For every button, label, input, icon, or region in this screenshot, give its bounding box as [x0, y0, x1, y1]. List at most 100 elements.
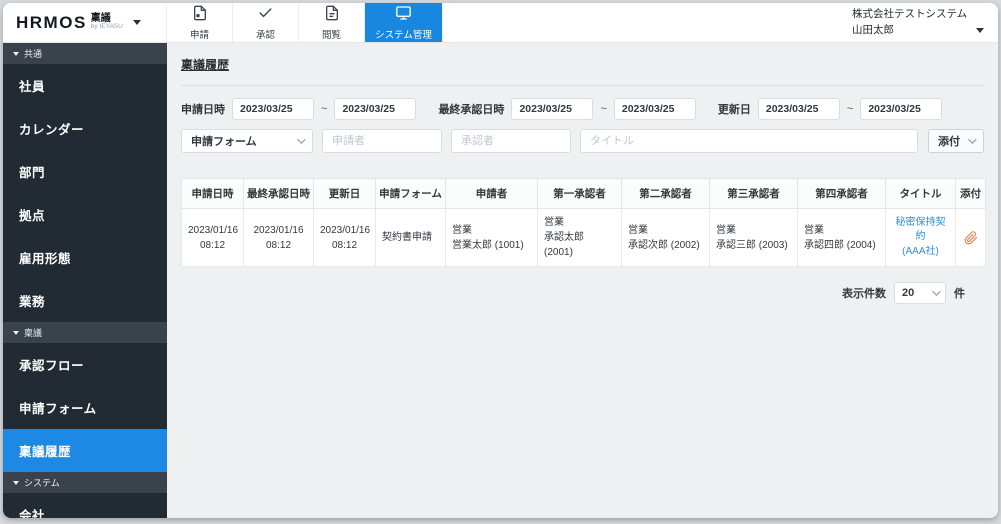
filter-row-text: 申請フォーム 添付	[181, 129, 984, 153]
filter-label: 申請日時	[181, 104, 225, 116]
sidebar-section-system[interactable]: システム	[3, 472, 167, 493]
filter-row-dates: 申請日時 ~ 最終承認日時 ~ 更新日 ~	[181, 98, 984, 120]
cell-form: 契約書申請	[375, 208, 446, 267]
approved-from-input[interactable]	[511, 98, 594, 120]
filter-panel: 申請日時 ~ 最終承認日時 ~ 更新日 ~	[181, 85, 984, 153]
applicant-search-input[interactable]	[322, 129, 442, 153]
section-collapse-icon	[13, 330, 19, 335]
user-name: 山田太郎	[852, 23, 894, 36]
brand-name: HRMOS	[16, 12, 87, 32]
person-dept: 営業	[716, 224, 736, 236]
applied-to-input[interactable]	[334, 98, 417, 120]
nav-item-view[interactable]: 閲覧	[299, 3, 365, 42]
table-header-row: 申請日時 最終承認日時 更新日 申請フォーム 申請者 第一承認者 第二承認者 第…	[181, 178, 986, 209]
attachment-filter-button[interactable]: 添付	[928, 129, 984, 153]
sidebar-item-departments[interactable]: 部門	[3, 150, 167, 193]
filter-applied-date: 申請日時 ~	[181, 98, 417, 120]
pagination: 表示件数 20 件	[181, 282, 965, 304]
range-separator: ~	[600, 103, 607, 115]
ringi-history-table: 申請日時 最終承認日時 更新日 申請フォーム 申請者 第一承認者 第二承認者 第…	[181, 178, 986, 267]
sidebar-item-ringi-history[interactable]: 稟議履歴	[3, 429, 167, 472]
top-bar: HRMOS 稟議 by IEYASU 申請 承認 閲覧 システム管理 株式会社テ…	[3, 3, 998, 43]
cell-applied-at: 2023/01/16 08:12	[181, 208, 244, 267]
col-header-attachment: 添付	[955, 178, 986, 209]
col-header-approver-3: 第三承認者	[709, 178, 798, 209]
apply-document-icon	[192, 5, 208, 24]
title-line-1: 秘密保持契約	[895, 216, 946, 243]
paperclip-icon[interactable]	[962, 230, 979, 245]
col-header-final-approved-at: 最終承認日時	[243, 178, 314, 209]
section-title: 共通	[24, 49, 43, 59]
col-header-approver-1: 第一承認者	[537, 178, 622, 209]
chevron-down-icon	[968, 135, 977, 144]
cell-updated-at: 2023/01/16 08:12	[313, 208, 376, 267]
sidebar-item-approval-flow[interactable]: 承認フロー	[3, 343, 167, 386]
approver-search-input[interactable]	[451, 129, 571, 153]
cell-applicant: 営業 営業太郎 (1001)	[445, 208, 538, 267]
person-name: 承認次郎 (2002)	[628, 239, 700, 251]
updated-from-input[interactable]	[757, 98, 840, 120]
col-header-applied-at: 申請日時	[181, 178, 244, 209]
sidebar-section-ringi[interactable]: 稟議	[3, 322, 167, 343]
chevron-down-icon	[932, 287, 941, 296]
account-menu[interactable]: 株式会社テストシステム 山田太郎	[852, 3, 998, 42]
date-value: 2023/01/16	[253, 224, 304, 236]
per-page-select[interactable]: 20	[894, 282, 946, 304]
sidebar: 共通 社員 カレンダー 部門 拠点 雇用形態 業務 稟議 承認フロー 申請フォー…	[3, 43, 167, 518]
main-content: 稟議履歴 申請日時 ~ 最終承認日時 ~	[167, 43, 998, 518]
cell-approver-1: 営業 承認太郎 (2001)	[537, 208, 622, 267]
col-header-approver-4: 第四承認者	[797, 178, 886, 209]
updated-to-input[interactable]	[860, 98, 943, 120]
sidebar-item-locations[interactable]: 拠点	[3, 193, 167, 236]
filter-updated-date: 更新日 ~	[718, 98, 943, 120]
chevron-down-icon	[297, 135, 306, 144]
form-select[interactable]: 申請フォーム	[181, 129, 313, 153]
time-value: 08:12	[265, 239, 292, 251]
brand-logo[interactable]: HRMOS 稟議 by IEYASU	[3, 3, 167, 42]
cell-approver-3: 営業 承認三郎 (2003)	[709, 208, 798, 267]
sidebar-item-application-form[interactable]: 申請フォーム	[3, 386, 167, 429]
sidebar-item-employment-type[interactable]: 雇用形態	[3, 236, 167, 279]
nav-item-label: 申請	[189, 29, 209, 41]
brand-menu-caret-icon[interactable]	[132, 20, 141, 25]
sidebar-item-work[interactable]: 業務	[3, 279, 167, 322]
table-row: 2023/01/16 08:12 2023/01/16 08:12 2023/0…	[181, 208, 986, 267]
ringi-title-link[interactable]: 秘密保持契約 (AAA社)	[892, 216, 949, 260]
form-select-value: 申請フォーム	[191, 136, 257, 148]
nav-item-system-admin[interactable]: システム管理	[365, 3, 443, 42]
monitor-icon	[395, 5, 412, 24]
nav-item-label: 閲覧	[321, 29, 341, 41]
sidebar-item-company[interactable]: 会社	[3, 493, 167, 518]
range-separator: ~	[321, 103, 328, 115]
title-search-input[interactable]	[580, 129, 918, 153]
app-window: HRMOS 稟議 by IEYASU 申請 承認 閲覧 システム管理 株式会社テ…	[3, 3, 998, 518]
sidebar-item-employees[interactable]: 社員	[3, 64, 167, 107]
person-dept: 営業	[628, 224, 648, 236]
approved-to-input[interactable]	[613, 98, 696, 120]
nav-item-apply[interactable]: 申請	[167, 3, 233, 42]
filter-approved-date: 最終承認日時 ~	[438, 98, 696, 120]
person-name: 承認太郎 (2001)	[544, 232, 584, 258]
time-value: 08:12	[199, 239, 226, 251]
col-header-title: タイトル	[885, 178, 956, 209]
col-header-updated-at: 更新日	[313, 178, 376, 209]
nav-item-label: 承認	[255, 29, 275, 41]
section-title: システム	[24, 478, 60, 488]
page-title[interactable]: 稟議履歴	[181, 58, 229, 72]
person-name: 承認三郎 (2003)	[716, 239, 788, 251]
title-line-2: (AAA社)	[902, 245, 939, 257]
person-name: 営業太郎 (1001)	[452, 239, 524, 251]
sidebar-section-common[interactable]: 共通	[3, 43, 167, 64]
sidebar-item-calendar[interactable]: カレンダー	[3, 107, 167, 150]
section-title: 稟議	[24, 328, 43, 338]
person-name: 承認四郎 (2004)	[804, 239, 876, 251]
applied-from-input[interactable]	[232, 98, 314, 120]
person-dept: 営業	[544, 217, 564, 228]
time-value: 08:12	[331, 239, 358, 251]
col-header-form: 申請フォーム	[375, 178, 446, 209]
nav-item-approve[interactable]: 承認	[233, 3, 299, 42]
date-value: 2023/01/16	[188, 224, 239, 236]
nav-item-label: システム管理	[375, 29, 432, 41]
check-icon	[257, 5, 274, 24]
account-caret-icon[interactable]	[976, 27, 984, 33]
